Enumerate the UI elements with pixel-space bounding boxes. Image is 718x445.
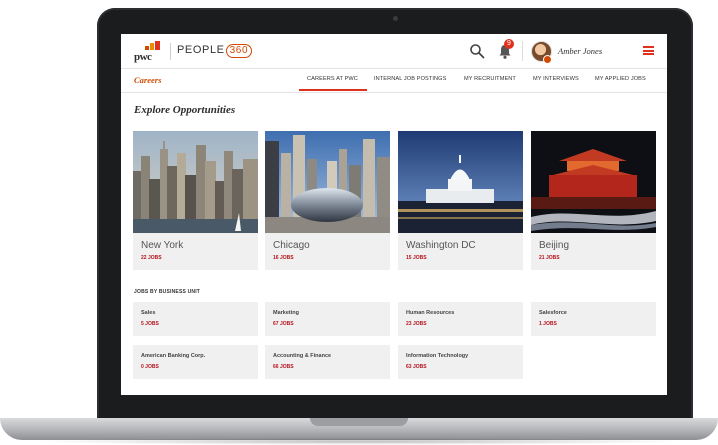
business-unit-card-accounting-finance[interactable]: Accounting & Finance 66 JOBS [265,345,390,379]
city-card-new-york[interactable]: New York 22 JOBS [133,131,258,270]
city-name: Chicago [273,240,310,251]
notification-badge: 9 [504,39,514,49]
city-card-beijing[interactable]: Beijing 21 JOBS [531,131,656,270]
beijing-gate-image [531,131,656,233]
business-unit-card-human-resources[interactable]: Human Resources 23 JOBS [398,302,523,336]
business-unit-jobs-count: 5 JOBS [141,321,159,327]
top-bar: pwc PEOPLE 360 9 Amber Jones [121,34,667,69]
section-title: Careers [134,75,162,85]
header-divider [522,41,523,61]
logo-divider [170,43,171,60]
tab-my-interviews[interactable]: MY INTERVIEWS [533,76,579,82]
business-units-heading: JOBS BY BUSINESS UNIT [134,289,201,295]
city-jobs-count: 16 JOBS [273,255,294,261]
business-unit-card-information-technology[interactable]: Information Technology 63 JOBS [398,345,523,379]
search-icon [470,44,485,59]
business-unit-card-marketing[interactable]: Marketing 67 JOBS [265,302,390,336]
tab-my-applied-jobs[interactable]: MY APPLIED JOBS [595,76,646,82]
city-name: Washington DC [406,240,476,251]
chicago-bean-image [265,131,390,233]
tab-internal-job-postings[interactable]: INTERNAL JOB POSTINGS [374,76,446,82]
business-unit-name: American Banking Corp. [141,353,206,359]
city-jobs-count: 21 JOBS [539,255,560,261]
page-title: Explore Opportunities [134,104,236,116]
business-unit-name: Information Technology [406,353,469,359]
tab-careers-at-pwc[interactable]: CAREERS AT PWC [307,76,358,82]
city-name: Beijing [539,240,570,251]
washington-capitol-image [398,131,523,233]
laptop-shadow [30,438,688,445]
webcam [393,16,398,21]
business-unit-jobs-count: 66 JOBS [273,364,294,370]
business-unit-card-salesforce[interactable]: Salesforce 1 JOBS [531,302,656,336]
pwc-logo-text: pwc [134,51,152,63]
city-card-washington-dc[interactable]: Washington DC 15 JOBS [398,131,523,270]
business-unit-jobs-count: 63 JOBS [406,364,427,370]
sub-navigation: Careers CAREERS AT PWC INTERNAL JOB POST… [121,69,667,93]
business-unit-card-american-banking[interactable]: American Banking Corp. 0 JOBS [133,345,258,379]
business-unit-name: Marketing [273,310,299,316]
city-card-chicago[interactable]: Chicago 16 JOBS [265,131,390,270]
search-button[interactable] [469,43,485,59]
city-jobs-count: 22 JOBS [141,255,162,261]
business-unit-name: Sales [141,310,156,316]
presence-indicator [543,55,552,64]
business-unit-jobs-count: 23 JOBS [406,321,427,327]
pwc-logo[interactable]: pwc [134,41,162,63]
business-unit-jobs-count: 1 JOBS [539,321,557,327]
business-unit-name: Accounting & Finance [273,353,332,359]
tab-my-recruitment[interactable]: MY RECRUITMENT [464,76,516,82]
brand-suffix: 360 [225,44,253,58]
business-unit-card-sales[interactable]: Sales 5 JOBS [133,302,258,336]
pwc-logo-mark-icon [145,41,161,50]
brand-name: PEOPLE [177,44,225,56]
hamburger-icon [643,46,654,48]
laptop-base [0,418,718,440]
business-unit-jobs-count: 0 JOBS [141,364,159,370]
app-screen: pwc PEOPLE 360 9 Amber Jones Careers CAR… [121,34,667,395]
user-name[interactable]: Amber Jones [558,46,602,56]
brand-title: PEOPLE 360 [177,44,253,58]
business-unit-name: Salesforce [539,310,567,316]
business-unit-jobs-count: 67 JOBS [273,321,294,327]
city-name: New York [141,240,184,251]
business-unit-name: Human Resources [406,310,455,316]
hamburger-menu-button[interactable] [643,46,654,55]
active-tab-indicator [299,89,367,91]
city-jobs-count: 15 JOBS [406,255,427,261]
new-york-skyline-image [133,131,258,233]
